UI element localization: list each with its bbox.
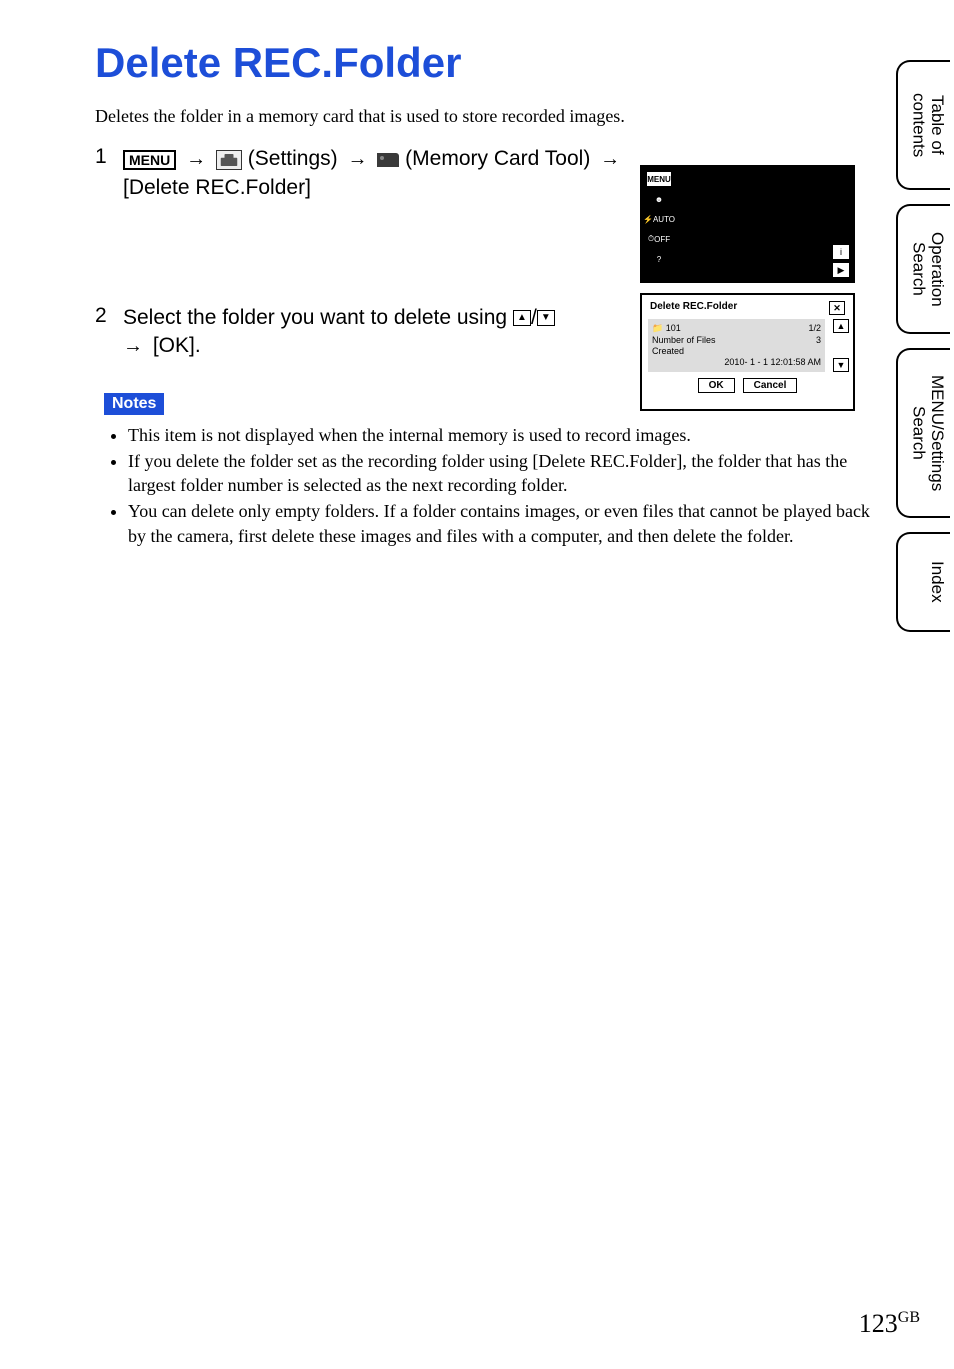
arrow-right-icon: → <box>600 146 620 173</box>
memory-card-icon <box>377 153 399 167</box>
menu-badge-icon: MENU <box>123 150 176 170</box>
note-item: You can delete only empty folders. If a … <box>128 499 870 548</box>
memory-card-label: (Memory Card Tool) <box>405 147 590 170</box>
files-label: Number of Files <box>652 335 716 345</box>
step-1-text: MENU → (Settings) → (Memory Card Tool) →… <box>123 145 635 202</box>
created-value: 2010- 1 - 1 12:01:58 AM <box>724 357 821 367</box>
menu-icon: MENU <box>646 171 672 187</box>
notes-list: This item is not displayed when the inte… <box>128 423 890 548</box>
notes-label: Notes <box>104 393 164 415</box>
toolbox-icon <box>216 150 242 170</box>
page-number: 123GB <box>859 1309 920 1339</box>
close-icon: ✕ <box>829 301 845 315</box>
step-1: 1 MENU → (Settings) → (Memory Card Tool)… <box>95 145 635 202</box>
note-item: This item is not displayed when the inte… <box>128 423 870 447</box>
tab-table-of-contents[interactable]: Table of contents <box>896 60 950 190</box>
timer-icon: ⏱OFF <box>646 231 672 247</box>
files-value: 3 <box>816 335 821 345</box>
screenshots-group: MENU ☻ ⚡AUTO ⏱OFF ? i ▶ Delete REC.Folde… <box>640 165 855 411</box>
up-key-icon: ▲ <box>513 310 531 326</box>
step-2-post: [OK]. <box>153 334 201 357</box>
page-indicator: 1/2 <box>808 323 821 334</box>
down-arrow-icon: ▼ <box>833 358 849 372</box>
smile-icon: ☻ <box>646 191 672 207</box>
camera-menu-screen: MENU ☻ ⚡AUTO ⏱OFF ? i ▶ <box>640 165 855 283</box>
mode-icon: i <box>833 245 849 259</box>
step-2-pre: Select the folder you want to delete usi… <box>123 306 507 329</box>
side-tabs: Table of contents Operation Search MENU/… <box>896 60 950 632</box>
step-1-trail: [Delete REC.Folder] <box>123 176 311 199</box>
delete-folder-screen: Delete REC.Folder ✕ 📁 1011/2 Number of F… <box>640 293 855 411</box>
screen-title: Delete REC.Folder <box>650 301 737 315</box>
settings-label: (Settings) <box>248 147 338 170</box>
help-icon: ? <box>646 251 672 267</box>
arrow-right-icon: → <box>347 146 367 173</box>
folder-number: 101 <box>666 323 681 333</box>
step-2-number: 2 <box>95 304 113 328</box>
arrow-right-icon: → <box>123 333 143 360</box>
ok-button: OK <box>698 378 735 393</box>
arrow-right-icon: → <box>186 146 206 173</box>
created-label: Created <box>652 346 684 356</box>
tab-index[interactable]: Index <box>896 532 950 632</box>
tab-menu-settings-search[interactable]: MENU/Settings Search <box>896 348 950 518</box>
down-key-icon: ▼ <box>537 310 555 326</box>
flash-icon: ⚡AUTO <box>646 211 672 227</box>
cancel-button: Cancel <box>743 378 798 393</box>
playback-icon: ▶ <box>833 263 849 277</box>
tab-operation-search[interactable]: Operation Search <box>896 204 950 334</box>
step-2: 2 Select the folder you want to delete u… <box>95 304 635 361</box>
step-1-number: 1 <box>95 145 113 169</box>
up-arrow-icon: ▲ <box>833 319 849 333</box>
step-2-text: Select the folder you want to delete usi… <box>123 304 635 361</box>
note-item: If you delete the folder set as the reco… <box>128 449 870 498</box>
page-title: Delete REC.Folder <box>95 40 890 86</box>
intro-text: Deletes the folder in a memory card that… <box>95 106 890 127</box>
